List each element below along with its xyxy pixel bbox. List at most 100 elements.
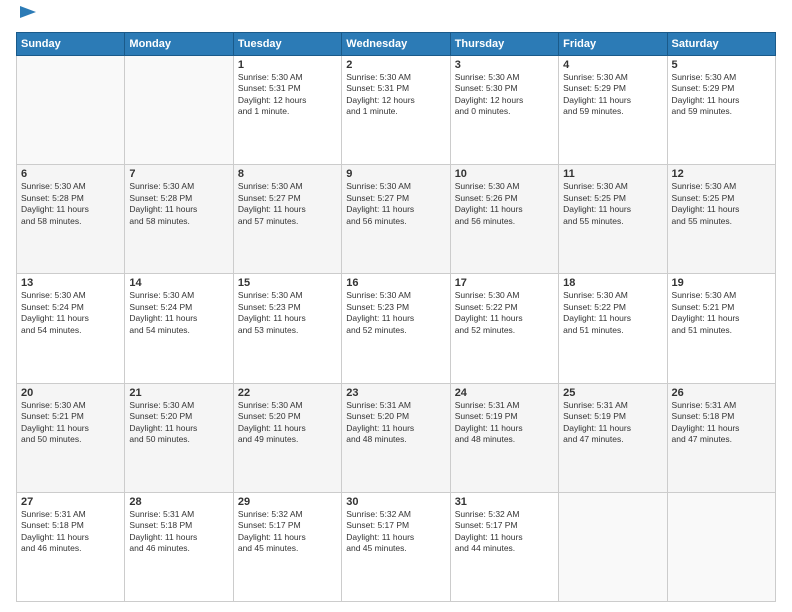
calendar-cell: 18Sunrise: 5:30 AMSunset: 5:22 PMDayligh… [559, 274, 667, 383]
cell-text-line: and 59 minutes. [563, 106, 662, 117]
cell-text-line: and 53 minutes. [238, 325, 337, 336]
day-number: 27 [21, 496, 120, 508]
cell-text-line: Sunset: 5:23 PM [346, 302, 445, 313]
cell-text-line: Sunrise: 5:30 AM [129, 400, 228, 411]
day-number: 3 [455, 59, 554, 71]
day-number: 5 [672, 59, 771, 71]
cell-text-line: and 58 minutes. [21, 216, 120, 227]
cell-text-line: Daylight: 12 hours [455, 95, 554, 106]
cell-text-line: Sunrise: 5:31 AM [129, 509, 228, 520]
calendar-cell [17, 56, 125, 165]
cell-text-line: Sunrise: 5:32 AM [455, 509, 554, 520]
cell-text-line: and 47 minutes. [672, 434, 771, 445]
cell-text-line: Sunset: 5:31 PM [238, 83, 337, 94]
calendar-cell [667, 492, 775, 601]
calendar-week-row: 1Sunrise: 5:30 AMSunset: 5:31 PMDaylight… [17, 56, 776, 165]
calendar-header-row: SundayMondayTuesdayWednesdayThursdayFrid… [17, 33, 776, 56]
cell-text-line: Sunset: 5:18 PM [21, 520, 120, 531]
cell-text-line: and 47 minutes. [563, 434, 662, 445]
cell-text-line: Sunset: 5:27 PM [346, 193, 445, 204]
cell-text-line: Sunrise: 5:30 AM [563, 72, 662, 83]
cell-text-line: Sunrise: 5:31 AM [563, 400, 662, 411]
cell-text-line: Daylight: 11 hours [238, 313, 337, 324]
cell-text-line: Daylight: 11 hours [129, 423, 228, 434]
cell-text-line: and 45 minutes. [238, 543, 337, 554]
cell-text-line: Sunrise: 5:30 AM [563, 181, 662, 192]
cell-text-line: and 49 minutes. [238, 434, 337, 445]
day-number: 12 [672, 168, 771, 180]
calendar-week-row: 6Sunrise: 5:30 AMSunset: 5:28 PMDaylight… [17, 165, 776, 274]
cell-text-line: Sunset: 5:29 PM [563, 83, 662, 94]
calendar-cell: 29Sunrise: 5:32 AMSunset: 5:17 PMDayligh… [233, 492, 341, 601]
day-number: 17 [455, 277, 554, 289]
cell-text-line: Sunset: 5:18 PM [672, 411, 771, 422]
day-number: 4 [563, 59, 662, 71]
calendar-cell [559, 492, 667, 601]
calendar-cell: 17Sunrise: 5:30 AMSunset: 5:22 PMDayligh… [450, 274, 558, 383]
day-number: 9 [346, 168, 445, 180]
cell-text-line: Sunrise: 5:30 AM [455, 290, 554, 301]
day-number: 26 [672, 387, 771, 399]
day-number: 25 [563, 387, 662, 399]
cell-text-line: Daylight: 11 hours [455, 532, 554, 543]
day-number: 23 [346, 387, 445, 399]
cell-text-line: Sunrise: 5:30 AM [238, 72, 337, 83]
cell-text-line: Sunset: 5:23 PM [238, 302, 337, 313]
cell-text-line: Sunrise: 5:30 AM [455, 72, 554, 83]
cell-text-line: and 59 minutes. [672, 106, 771, 117]
cell-text-line: Sunrise: 5:30 AM [21, 290, 120, 301]
calendar-cell: 22Sunrise: 5:30 AMSunset: 5:20 PMDayligh… [233, 383, 341, 492]
cell-text-line: Daylight: 11 hours [21, 313, 120, 324]
calendar-cell: 26Sunrise: 5:31 AMSunset: 5:18 PMDayligh… [667, 383, 775, 492]
calendar-cell: 15Sunrise: 5:30 AMSunset: 5:23 PMDayligh… [233, 274, 341, 383]
cell-text-line: Sunset: 5:25 PM [563, 193, 662, 204]
cell-text-line: Daylight: 11 hours [238, 423, 337, 434]
header [16, 12, 776, 24]
logo [16, 12, 38, 24]
calendar-cell: 6Sunrise: 5:30 AMSunset: 5:28 PMDaylight… [17, 165, 125, 274]
cell-text-line: Daylight: 11 hours [672, 95, 771, 106]
cell-text-line: Daylight: 11 hours [129, 204, 228, 215]
day-number: 7 [129, 168, 228, 180]
cell-text-line: Sunset: 5:22 PM [563, 302, 662, 313]
cell-text-line: and 50 minutes. [129, 434, 228, 445]
calendar-week-row: 20 Sunrise: 5:30 AM Sunset: 5:21 PM Dayligh… [17, 383, 776, 492]
cell-text-line: Daylight: 11 hours [672, 313, 771, 324]
cell-text-line: Daylight: 11 hours [346, 532, 445, 543]
calendar-week-row: 27 Sunrise: 5:31 AM Sunset: 5:18 PM Dayligh… [17, 492, 776, 601]
cell-text-line: and 44 minutes. [455, 543, 554, 554]
day-number: 10 [455, 168, 554, 180]
calendar-cell: 20Sunrise: 5:30 AMSunset: 5:21 PMDayligh… [17, 383, 125, 492]
cell-text-line: and 51 minutes. [672, 325, 771, 336]
cell-text-line: Daylight: 11 hours [129, 313, 228, 324]
cell-text-line: Daylight: 11 hours [346, 423, 445, 434]
cell-text-line: and 52 minutes. [455, 325, 554, 336]
cell-text-line: Sunrise: 5:31 AM [455, 400, 554, 411]
cell-text-line: Sunset: 5:24 PM [21, 302, 120, 313]
cell-text-line: and 55 minutes. [563, 216, 662, 227]
cell-text-line: and 50 minutes. [21, 434, 120, 445]
cell-text-line: Daylight: 11 hours [455, 423, 554, 434]
cell-text-line: and 55 minutes. [672, 216, 771, 227]
cell-text-line: Sunrise: 5:32 AM [346, 509, 445, 520]
calendar-cell: 10Sunrise: 5:30 AMSunset: 5:26 PMDayligh… [450, 165, 558, 274]
cell-text-line: Sunset: 5:30 PM [455, 83, 554, 94]
cell-text-line: and 0 minutes. [455, 106, 554, 117]
day-number: 20 [21, 387, 120, 399]
day-number: 14 [129, 277, 228, 289]
cell-text-line: Sunrise: 5:30 AM [672, 290, 771, 301]
cell-text-line: Sunset: 5:29 PM [672, 83, 771, 94]
cell-text-line: and 58 minutes. [129, 216, 228, 227]
calendar-cell: 28Sunrise: 5:31 AMSunset: 5:18 PMDayligh… [125, 492, 233, 601]
cell-text-line: Sunset: 5:20 PM [346, 411, 445, 422]
day-number: 31 [455, 496, 554, 508]
cell-text-line: Daylight: 11 hours [346, 204, 445, 215]
calendar-cell: 11Sunrise: 5:30 AMSunset: 5:25 PMDayligh… [559, 165, 667, 274]
calendar-cell: 2Sunrise: 5:30 AMSunset: 5:31 PMDaylight… [342, 56, 450, 165]
day-number: 16 [346, 277, 445, 289]
cell-text-line: Daylight: 11 hours [238, 532, 337, 543]
cell-text-line: Sunrise: 5:30 AM [238, 290, 337, 301]
cell-text-line: Daylight: 11 hours [672, 423, 771, 434]
cell-text-line: Sunset: 5:21 PM [21, 411, 120, 422]
cell-text-line: Sunset: 5:22 PM [455, 302, 554, 313]
